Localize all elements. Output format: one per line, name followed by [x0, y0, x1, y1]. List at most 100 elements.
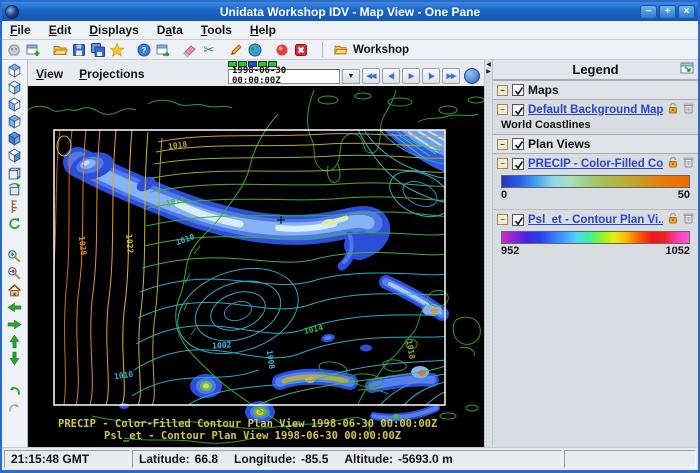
- show-dashboard-icon[interactable]: [6, 42, 22, 58]
- split-cube-icon[interactable]: [7, 148, 22, 163]
- wireframe-box-icon[interactable]: [7, 165, 22, 180]
- legend-item-background-maps: − Default Background Maps: [493, 100, 698, 119]
- psl-checkbox[interactable]: [512, 214, 524, 226]
- menu-displays[interactable]: Displays: [89, 23, 138, 37]
- pan-right-icon[interactable]: [7, 317, 22, 332]
- legend-panel: Legend − Maps − Default Background Maps …: [493, 60, 698, 447]
- psl-colorbar[interactable]: [501, 231, 690, 244]
- collapse-expander-icon[interactable]: −: [497, 85, 508, 96]
- zoom-in-icon[interactable]: [7, 249, 22, 264]
- menu-data[interactable]: Data: [157, 23, 183, 37]
- step-back-button[interactable]: ◀|: [382, 68, 400, 84]
- longitude-label: Longitude:: [234, 452, 296, 466]
- undo-icon[interactable]: [7, 384, 22, 399]
- pan-down-icon[interactable]: [7, 351, 22, 366]
- collapse-expander-icon[interactable]: −: [497, 158, 508, 169]
- panel-splitter[interactable]: ◀ ▶: [484, 60, 493, 447]
- redo-icon[interactable]: [7, 401, 22, 416]
- play-button[interactable]: ▶: [402, 68, 420, 84]
- capture-record-icon[interactable]: [274, 42, 290, 58]
- menubar: File Edit Displays Data Tools Help: [2, 21, 698, 40]
- perspective-left-cube-icon[interactable]: [7, 97, 22, 112]
- refresh-view-icon[interactable]: [7, 216, 22, 231]
- step-forward-button[interactable]: |▶: [422, 68, 440, 84]
- world-coastlines-label: World Coastlines: [493, 119, 698, 134]
- publish-window-icon[interactable]: [155, 42, 171, 58]
- go-to-end-button[interactable]: ▶▶: [442, 68, 460, 84]
- precip-colorbar[interactable]: [501, 175, 690, 188]
- trash-icon[interactable]: [683, 156, 694, 171]
- maps-visibility-checkbox[interactable]: [512, 84, 524, 96]
- perspective-top-cube-icon[interactable]: [7, 63, 22, 78]
- animation-controls: 1998-06-30 00:00:00Z ▼ ◀◀ ◀| ▶ |▶ ▶▶: [228, 61, 480, 84]
- altitude-value: -5693.0 m: [398, 452, 453, 466]
- home-view-icon[interactable]: [7, 283, 22, 298]
- precip-min: 0: [501, 189, 507, 201]
- save-as-icon[interactable]: [90, 42, 106, 58]
- eraser-icon[interactable]: [182, 42, 198, 58]
- psl-colorbar-labels: 952 1052: [501, 245, 690, 257]
- perspective-right-cube-icon[interactable]: [7, 80, 22, 95]
- psl-min: 952: [501, 245, 519, 257]
- background-maps-checkbox[interactable]: [512, 104, 524, 116]
- menu-file[interactable]: File: [10, 23, 31, 37]
- precip-checkbox[interactable]: [512, 158, 524, 170]
- statusbar: 21:15:48 GMT Latitude:66.8 Longitude:-85…: [2, 447, 698, 470]
- new-window-icon[interactable]: [25, 42, 41, 58]
- collapse-right-icon[interactable]: ▶: [486, 69, 491, 76]
- stop-icon[interactable]: [293, 42, 309, 58]
- lock-icon[interactable]: [667, 156, 679, 171]
- svg-text:?: ?: [142, 46, 147, 55]
- pan-up-icon[interactable]: [7, 334, 22, 349]
- menu-edit[interactable]: Edit: [49, 23, 72, 37]
- save-bundle-icon[interactable]: [71, 42, 87, 58]
- perspective-front-cube-icon[interactable]: [7, 114, 22, 129]
- favorites-star-icon[interactable]: [109, 42, 125, 58]
- animation-properties-icon[interactable]: [464, 68, 480, 84]
- precip-colorbar-labels: 0 50: [501, 189, 690, 201]
- collapse-expander-icon[interactable]: −: [497, 214, 508, 225]
- maps-group-label: Maps: [528, 83, 559, 97]
- maximize-button[interactable]: +: [659, 5, 676, 19]
- open-bundle-icon[interactable]: [52, 42, 68, 58]
- menu-help[interactable]: Help: [250, 23, 276, 37]
- rotate-view-icon[interactable]: [7, 182, 22, 197]
- solid-cube-icon[interactable]: [7, 131, 22, 146]
- pan-left-icon[interactable]: [7, 300, 22, 315]
- collapse-left-icon[interactable]: ◀: [486, 62, 491, 69]
- go-to-start-button[interactable]: ◀◀: [362, 68, 380, 84]
- titlebar[interactable]: Unidata Workshop IDV - Map View - One Pa…: [2, 2, 698, 21]
- longitude-value: -85.5: [301, 452, 328, 466]
- collapse-expander-icon[interactable]: −: [497, 104, 508, 115]
- lock-icon[interactable]: [667, 102, 679, 117]
- zoom-reset-icon[interactable]: [7, 266, 22, 281]
- map-canvas[interactable]: 1028 1022 1018 1014 1010 1010 1002 1008 …: [28, 86, 484, 447]
- trash-icon[interactable]: [683, 212, 694, 227]
- latitude-label: Latitude:: [139, 452, 190, 466]
- workshop-button[interactable]: Workshop: [332, 42, 409, 58]
- float-legend-icon[interactable]: [680, 62, 694, 77]
- plan-views-group-label: Plan Views: [528, 137, 590, 151]
- background-maps-link[interactable]: Default Background Maps: [528, 104, 663, 116]
- precip-link[interactable]: PRECIP - Color-Filled Co...: [528, 158, 663, 170]
- help-icon[interactable]: ?: [136, 42, 152, 58]
- lock-icon[interactable]: [667, 212, 679, 227]
- time-display-field[interactable]: 1998-06-30 00:00:00Z: [228, 69, 340, 84]
- trash-icon[interactable]: [683, 102, 694, 117]
- cut-icon[interactable]: ✂: [201, 42, 217, 58]
- menu-view[interactable]: View: [36, 67, 63, 81]
- collapse-expander-icon[interactable]: −: [497, 139, 508, 150]
- menu-projections[interactable]: Projections: [79, 67, 144, 81]
- vertical-scale-icon[interactable]: [7, 199, 22, 214]
- time-dropdown-button[interactable]: ▼: [342, 69, 360, 84]
- psl-link[interactable]: Psl_et - Contour Plan Vi...: [528, 214, 663, 226]
- cursor-position-display: Latitude:66.8 Longitude:-85.5 Altitude:-…: [132, 450, 562, 468]
- psl-caption: Psl_et - Contour Plan View 1998-06-30 00…: [104, 430, 401, 442]
- menu-tools[interactable]: Tools: [201, 23, 232, 37]
- globe-icon[interactable]: [247, 42, 263, 58]
- precip-caption: PRECIP - Color-Filled Contour Plan View …: [58, 418, 437, 430]
- edit-pencil-icon[interactable]: [228, 42, 244, 58]
- plan-views-visibility-checkbox[interactable]: [512, 138, 524, 150]
- minimize-button[interactable]: −: [640, 5, 657, 19]
- close-button[interactable]: ×: [678, 5, 695, 19]
